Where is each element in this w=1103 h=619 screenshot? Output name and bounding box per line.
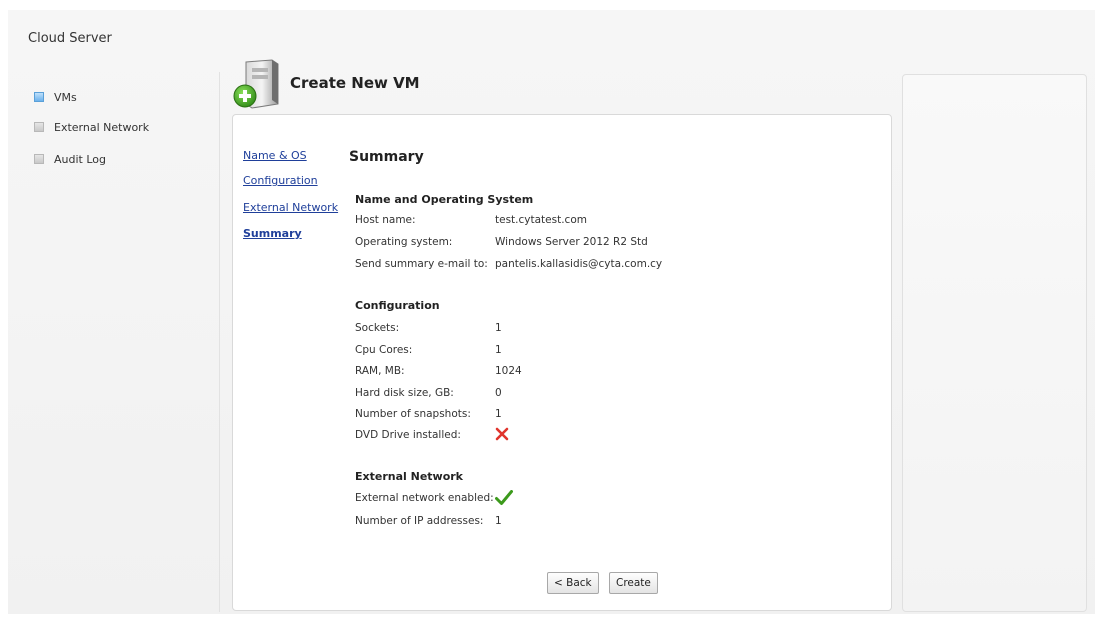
wizard-panel: Name & OS Configuration External Network… xyxy=(232,114,892,611)
os-label: Operating system: xyxy=(355,236,453,248)
summary-title: Summary xyxy=(349,149,424,165)
section-heading-configuration: Configuration xyxy=(355,299,440,312)
step-external-network[interactable]: External Network xyxy=(243,201,338,214)
sidebar-item-vms[interactable]: VMs xyxy=(34,88,77,106)
sidebar: VMs External Network Audit Log xyxy=(20,72,220,612)
sidebar-item-label: External Network xyxy=(54,120,150,134)
email-label: Send summary e-mail to: xyxy=(355,258,488,270)
host-name-value: test.cytatest.com xyxy=(495,214,587,226)
snapshots-value: 1 xyxy=(495,408,502,420)
sidebar-item-label: VMs xyxy=(54,90,77,104)
step-configuration[interactable]: Configuration xyxy=(243,174,318,187)
section-heading-external-network: External Network xyxy=(355,470,463,483)
cross-icon xyxy=(495,427,509,446)
vms-icon xyxy=(34,92,44,102)
external-network-enabled-label: External network enabled: xyxy=(355,492,494,504)
step-summary[interactable]: Summary xyxy=(243,227,302,240)
external-network-icon xyxy=(34,122,44,132)
back-button[interactable]: < Back xyxy=(547,572,599,594)
cpu-cores-value: 1 xyxy=(495,344,502,356)
ip-count-value: 1 xyxy=(495,515,502,527)
snapshots-label: Number of snapshots: xyxy=(355,408,471,420)
page-title: Create New VM xyxy=(290,74,420,92)
sidebar-item-label: Audit Log xyxy=(54,152,106,166)
audit-log-icon xyxy=(34,154,44,164)
create-button[interactable]: Create xyxy=(609,572,658,594)
server-add-icon xyxy=(232,58,284,110)
disk-label: Hard disk size, GB: xyxy=(355,387,454,399)
sockets-value: 1 xyxy=(495,322,502,334)
sidebar-item-external-network[interactable]: External Network xyxy=(34,118,149,136)
step-name-os[interactable]: Name & OS xyxy=(243,149,307,162)
host-name-label: Host name: xyxy=(355,214,416,226)
cpu-cores-label: Cpu Cores: xyxy=(355,344,413,356)
disk-value: 0 xyxy=(495,387,502,399)
sockets-label: Sockets: xyxy=(355,322,400,334)
sidebar-item-audit-log[interactable]: Audit Log xyxy=(34,150,106,168)
app-title: Cloud Server xyxy=(28,31,112,46)
checkmark-icon xyxy=(495,490,513,511)
ram-label: RAM, MB: xyxy=(355,365,405,377)
ram-value: 1024 xyxy=(495,365,522,377)
ip-count-label: Number of IP addresses: xyxy=(355,515,484,527)
email-value: pantelis.kallasidis@cyta.com.cy xyxy=(495,258,663,270)
section-heading-name-os: Name and Operating System xyxy=(355,193,534,206)
dvd-label: DVD Drive installed: xyxy=(355,429,461,441)
os-value: Windows Server 2012 R2 Std xyxy=(495,236,648,248)
right-panel xyxy=(902,74,1087,612)
